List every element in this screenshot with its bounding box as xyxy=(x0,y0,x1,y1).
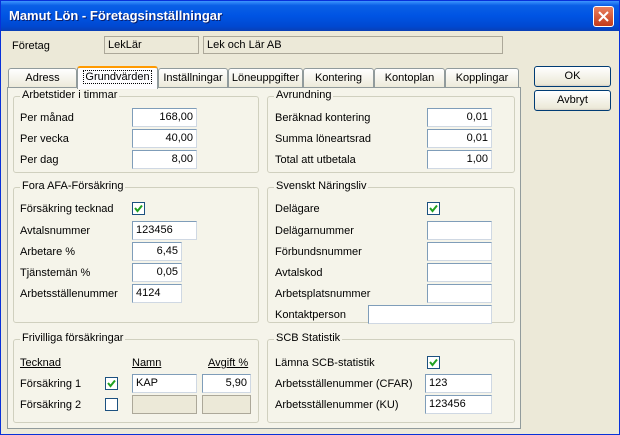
forbundsnummer-label: Förbundsnummer xyxy=(275,246,362,258)
forsakring-tecknad-label: Försäkring tecknad xyxy=(20,203,114,215)
company-label: Företag xyxy=(12,40,50,52)
per-manad-label: Per månad xyxy=(20,112,74,124)
per-dag-input[interactable]: 8,00 xyxy=(132,150,197,169)
kontaktperson-input[interactable] xyxy=(368,305,492,324)
arbetare-label: Arbetare % xyxy=(20,246,76,258)
forsakring-2-label: Försäkring 2 xyxy=(20,399,82,411)
beraknad-kontering-input[interactable]: 0,01 xyxy=(427,108,492,127)
lamna-scb-label: Lämna SCB-statistik xyxy=(275,357,375,369)
per-vecka-label: Per vecka xyxy=(20,133,69,145)
col-tecknad-header: Tecknad xyxy=(20,357,61,369)
delagarnummer-input[interactable] xyxy=(427,221,492,240)
forsakring-1-label: Försäkring 1 xyxy=(20,378,82,390)
cfar-label: Arbetsställenummer (CFAR) xyxy=(275,378,413,390)
window-title: Mamut Lön - Företagsinställningar xyxy=(9,8,223,23)
forsakring-2-avgift-input xyxy=(202,395,251,414)
forsakring-2-checkbox[interactable] xyxy=(105,398,118,411)
tjansteman-input[interactable]: 0,05 xyxy=(132,263,182,282)
fora-title: Fora AFA-Försäkring xyxy=(20,180,126,192)
tab-kontering[interactable]: Kontering xyxy=(303,68,374,88)
forsakring-1-avgift-input[interactable]: 5,90 xyxy=(202,374,251,393)
beraknad-kontering-label: Beräknad kontering xyxy=(275,112,371,124)
forbundsnummer-input[interactable] xyxy=(427,242,492,261)
arbetsplatsnummer-input[interactable] xyxy=(427,284,492,303)
company-code-field: LekLär xyxy=(104,36,199,54)
avrundning-title: Avrundning xyxy=(274,89,334,101)
lamna-scb-checkbox[interactable] xyxy=(427,356,440,369)
close-icon xyxy=(598,11,609,22)
avtalsnummer-input[interactable]: 123456 xyxy=(132,221,197,240)
per-vecka-input[interactable]: 40,00 xyxy=(132,129,197,148)
arbetare-input[interactable]: 6,45 xyxy=(132,242,182,261)
total-att-utbetala-label: Total att utbetala xyxy=(275,154,356,166)
checkmark-icon xyxy=(134,204,143,213)
naringsliv-title: Svenskt Näringsliv xyxy=(274,180,369,192)
ku-input[interactable]: 123456 xyxy=(425,395,492,414)
arbetsplatsnummer-label: Arbetsplatsnummer xyxy=(275,288,371,300)
cancel-button[interactable]: Avbryt xyxy=(534,90,611,111)
delagarnummer-label: Delägarnummer xyxy=(275,225,354,237)
avtalskod-input[interactable] xyxy=(427,263,492,282)
cfar-input[interactable]: 123 xyxy=(425,374,492,393)
tab-kontoplan[interactable]: Kontoplan xyxy=(374,68,445,88)
ok-button[interactable]: OK xyxy=(534,66,611,87)
tab-grundvarden[interactable]: Grundvärden xyxy=(77,66,158,89)
arbetstider-title: Arbetstider i timmar xyxy=(20,89,120,101)
tab-loneuppgifter[interactable]: Löneuppgifter xyxy=(228,68,303,88)
forsakring-2-namn-input xyxy=(132,395,197,414)
delagare-label: Delägare xyxy=(275,203,320,215)
total-att-utbetala-input[interactable]: 1,00 xyxy=(427,150,492,169)
tab-adress[interactable]: Adress xyxy=(8,68,77,88)
tab-installningar[interactable]: Inställningar xyxy=(158,68,228,88)
delagare-checkbox[interactable] xyxy=(427,202,440,215)
avtalsnummer-label: Avtalsnummer xyxy=(20,225,91,237)
arbetsstallenummer-label: Arbetsställenummer xyxy=(20,288,118,300)
ku-label: Arbetsställenummer (KU) xyxy=(275,399,399,411)
company-settings-window: Mamut Lön - Företagsinställningar Företa… xyxy=(0,0,620,435)
checkmark-icon xyxy=(107,379,116,388)
checkmark-icon xyxy=(429,204,438,213)
summa-loneartsrad-input[interactable]: 0,01 xyxy=(427,129,492,148)
company-name-field: Lek och Lär AB xyxy=(203,36,503,54)
scb-title: SCB Statistik xyxy=(274,332,343,344)
per-manad-input[interactable]: 168,00 xyxy=(132,108,197,127)
arbetsstallenummer-input[interactable]: 4124 xyxy=(132,284,182,303)
tjansteman-label: Tjänstemän % xyxy=(20,267,91,279)
forsakring-tecknad-checkbox[interactable] xyxy=(132,202,145,215)
tab-kopplingar[interactable]: Kopplingar xyxy=(445,68,519,88)
col-avgift-header: Avgift % xyxy=(208,357,249,369)
summa-loneartsrad-label: Summa löneartsrad xyxy=(275,133,371,145)
kontaktperson-label: Kontaktperson xyxy=(275,309,346,321)
checkmark-icon xyxy=(429,358,438,367)
forsakring-1-checkbox[interactable] xyxy=(105,377,118,390)
close-button[interactable] xyxy=(593,6,614,27)
avtalskod-label: Avtalskod xyxy=(275,267,323,279)
forsakring-1-namn-input[interactable]: KAP xyxy=(132,374,197,393)
frivilliga-title: Frivilliga försäkringar xyxy=(20,332,126,344)
col-namn-header: Namn xyxy=(132,357,162,369)
per-dag-label: Per dag xyxy=(20,154,59,166)
title-bar: Mamut Lön - Företagsinställningar xyxy=(1,1,619,31)
